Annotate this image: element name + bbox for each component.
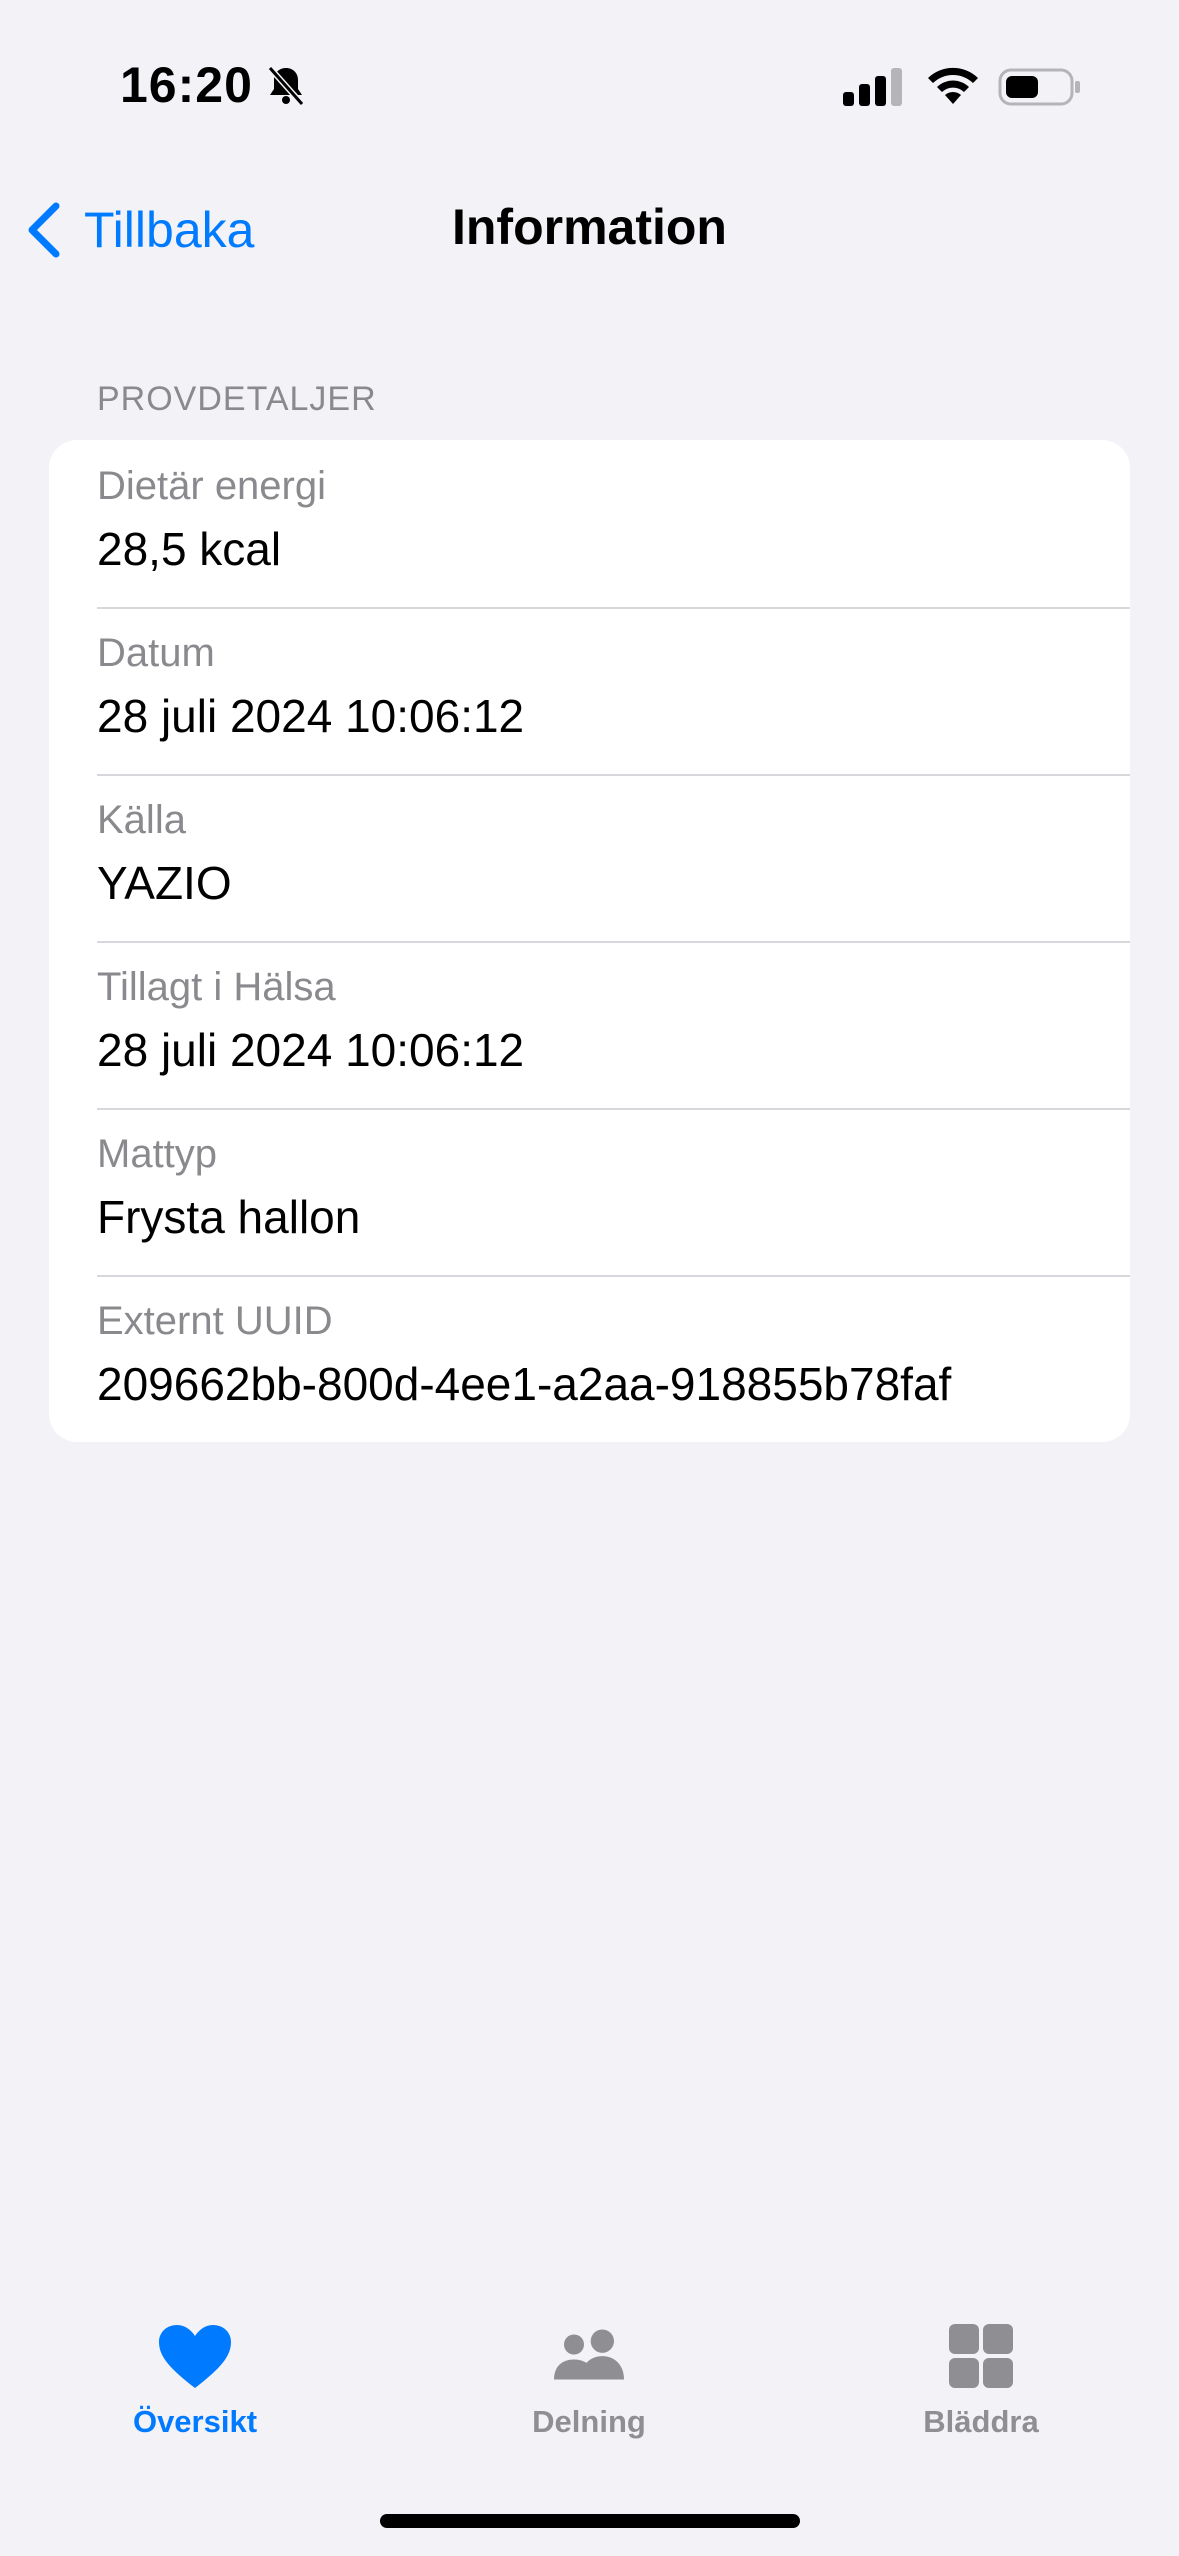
detail-row-source: Källa YAZIO (49, 774, 1130, 941)
cellular-signal-icon (843, 68, 902, 106)
battery-icon (998, 68, 1080, 106)
grid-icon (949, 2324, 1013, 2388)
tab-label: Översikt (132, 2404, 258, 2439)
people-icon (554, 2329, 624, 2380)
status-bar: 16:20 (0, 0, 1179, 150)
tab-label: Delning (532, 2404, 646, 2439)
row-value: 28,5 kcal (97, 523, 282, 575)
home-indicator[interactable] (380, 2514, 800, 2528)
bell-slash-icon (267, 66, 305, 106)
tab-sharing[interactable]: Delning (459, 2322, 719, 2440)
row-label: Källa (97, 798, 186, 842)
heart-icon (159, 2325, 231, 2388)
section-header: PROVDETALJER (97, 380, 377, 418)
navigation-bar: Tillbaka Information (0, 170, 1179, 290)
row-value: Frysta hallon (97, 1191, 361, 1243)
row-label: Datum (97, 631, 215, 675)
page-title: Information (452, 199, 727, 255)
tab-overview[interactable]: Översikt (65, 2322, 325, 2440)
detail-row-food-type: Mattyp Frysta hallon (49, 1108, 1130, 1275)
sample-details-card: Dietär energi 28,5 kcal Datum 28 juli 20… (49, 440, 1130, 1442)
row-value: 28 juli 2024 10:06:12 (97, 1024, 525, 1076)
detail-row-date: Datum 28 juli 2024 10:06:12 (49, 607, 1130, 774)
tab-bar: Översikt Delning Bläddra (0, 2300, 1179, 2480)
row-value: 209662bb-800d-4ee1-a2aa-918855b78faf (97, 1358, 952, 1410)
detail-row-added-to-health: Tillagt i Hälsa 28 juli 2024 10:06:12 (49, 941, 1130, 1108)
row-label: Tillagt i Hälsa (97, 965, 336, 1009)
tab-label: Bläddra (923, 2404, 1039, 2439)
wifi-icon (928, 67, 978, 104)
status-time: 16:20 (120, 57, 253, 113)
row-label: Externt UUID (97, 1299, 333, 1343)
row-label: Dietär energi (97, 464, 327, 508)
row-value: YAZIO (97, 857, 232, 909)
row-label: Mattyp (97, 1132, 218, 1176)
row-value: 28 juli 2024 10:06:12 (97, 690, 525, 742)
detail-row-dietary-energy: Dietär energi 28,5 kcal (49, 440, 1130, 607)
detail-row-external-uuid: Externt UUID 209662bb-800d-4ee1-a2aa-918… (49, 1275, 1130, 1442)
tab-browse[interactable]: Bläddra (851, 2322, 1111, 2440)
